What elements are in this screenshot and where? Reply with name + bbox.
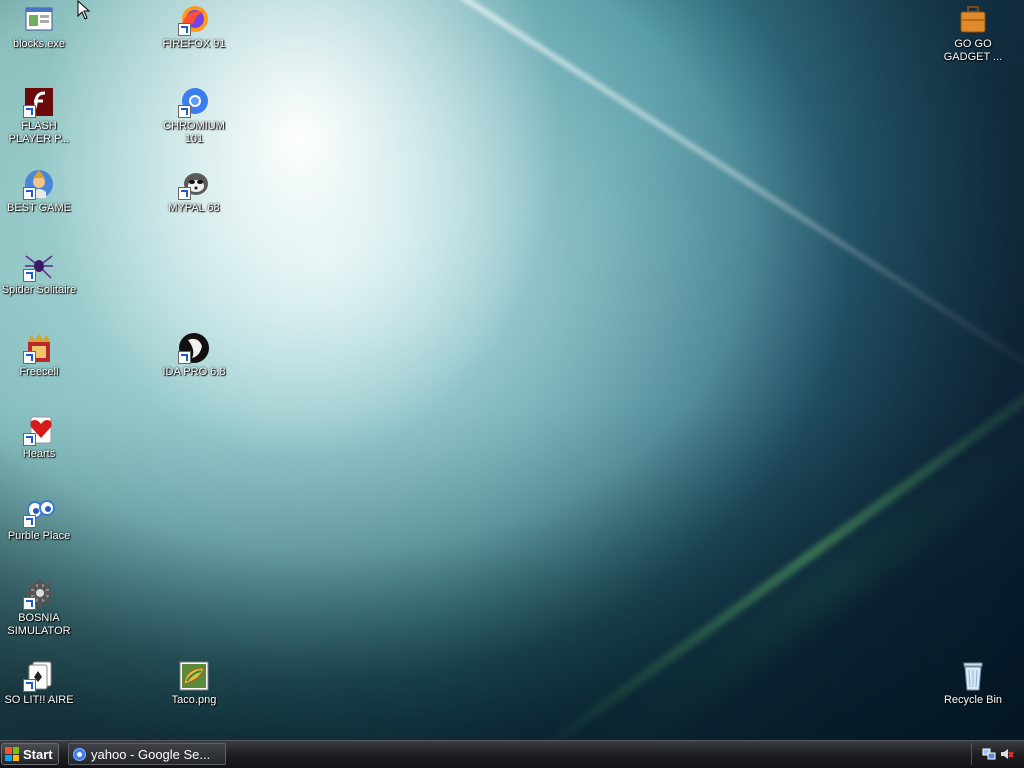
briefcase-icon — [957, 4, 989, 36]
icon-label: Freecell — [19, 366, 59, 378]
taskbar: Start yahoo - Google Se... — [0, 740, 1024, 768]
desktop-icon-hearts[interactable]: Hearts — [0, 414, 78, 461]
shortcut-arrow-icon — [23, 187, 36, 200]
shortcut-arrow-icon — [23, 269, 36, 282]
icon-label: FIREFOX 91 — [162, 38, 226, 50]
icon-label: CHROMIUM 101 — [163, 120, 225, 145]
purble-eye-icon — [23, 496, 55, 528]
icon-label: Purble Place — [7, 530, 71, 542]
desktop-icon-gadget[interactable]: GO GO GADGET ... — [934, 4, 1012, 64]
start-label: Start — [23, 746, 53, 762]
hearts-icon — [23, 414, 55, 446]
taskbar-button-browser[interactable]: yahoo - Google Se... — [68, 743, 226, 765]
shortcut-arrow-icon — [23, 351, 36, 364]
desktop-icon-solitaire[interactable]: SO LIT!! AIRE — [0, 660, 78, 707]
shortcut-arrow-icon — [178, 23, 191, 36]
desktop-icon-blocks[interactable]: blocks.exe — [0, 4, 78, 51]
icon-label: Spider Solitaire — [1, 284, 77, 296]
icon-label: MYPAL 68 — [168, 202, 220, 214]
icon-label: BEST GAME — [7, 202, 71, 214]
shortcut-arrow-icon — [23, 679, 36, 692]
desktop-icon-firefox[interactable]: FIREFOX 91 — [155, 4, 233, 51]
taco-image-icon — [178, 660, 210, 692]
icon-label: Hearts — [22, 448, 56, 460]
chromium-icon — [73, 747, 86, 761]
shortcut-arrow-icon — [178, 187, 191, 200]
icon-label: SO LIT!! AIRE — [4, 694, 74, 706]
shortcut-arrow-icon — [178, 351, 191, 364]
chromium-icon — [178, 86, 210, 118]
system-tray — [971, 743, 1024, 765]
icon-label: Recycle Bin — [943, 694, 1003, 706]
wallpaper-vignette — [0, 0, 1024, 740]
taskbar-button-label: yahoo - Google Se... — [91, 746, 211, 762]
desktop-icon-recycle-bin[interactable]: Recycle Bin — [934, 660, 1012, 707]
desktop-icon-mypal[interactable]: MYPAL 68 — [155, 168, 233, 215]
icon-label: GO GO GADGET ... — [943, 38, 1003, 63]
shortcut-arrow-icon — [23, 433, 36, 446]
firefox-icon — [178, 4, 210, 36]
volume-muted-icon[interactable] — [1000, 747, 1014, 761]
desktop-icon-bosnia-simulator[interactable]: BOSNIA SIMULATOR — [0, 578, 78, 638]
ida-icon — [178, 332, 210, 364]
icon-label: BOSNIA SIMULATOR — [7, 612, 71, 637]
gear-icon — [23, 578, 55, 610]
desktop-icon-freecell[interactable]: Freecell — [0, 332, 78, 379]
spider-icon — [23, 250, 55, 282]
desktop-icon-spider-solitaire[interactable]: Spider Solitaire — [0, 250, 78, 297]
desktop-icon-ida-pro[interactable]: IDA PRO 6.8 — [155, 332, 233, 379]
desktop-icon-flash[interactable]: FLASH PLAYER P... — [0, 86, 78, 146]
desktop-icon-taco-png[interactable]: Taco.png — [155, 660, 233, 707]
network-icon[interactable] — [982, 747, 996, 761]
desktop-icon-purble-place[interactable]: Purble Place — [0, 496, 78, 543]
shortcut-arrow-icon — [23, 597, 36, 610]
start-button[interactable]: Start — [1, 743, 59, 765]
icon-label: blocks.exe — [13, 38, 65, 50]
flash-icon — [23, 86, 55, 118]
wizard-icon — [23, 168, 55, 200]
desktop-icon-chromium[interactable]: CHROMIUM 101 — [155, 86, 233, 146]
recycle-bin-icon — [957, 660, 989, 692]
icon-label: IDA PRO 6.8 — [162, 366, 226, 378]
windows-logo-icon — [5, 747, 19, 761]
desktop[interactable]: blocks.exe FIREFOX 91 GO GO GADGET ... F… — [0, 0, 1024, 740]
blocks-window-icon — [23, 4, 55, 36]
raccoon-icon — [178, 168, 210, 200]
shortcut-arrow-icon — [23, 105, 36, 118]
desktop-icon-best-game[interactable]: BEST GAME — [0, 168, 78, 215]
shortcut-arrow-icon — [23, 515, 36, 528]
icon-label: Taco.png — [171, 694, 217, 706]
icon-label: FLASH PLAYER P... — [8, 120, 70, 145]
mouse-cursor-icon — [77, 0, 91, 25]
freecell-king-icon — [23, 332, 55, 364]
shortcut-arrow-icon — [178, 105, 191, 118]
cards-icon — [23, 660, 55, 692]
